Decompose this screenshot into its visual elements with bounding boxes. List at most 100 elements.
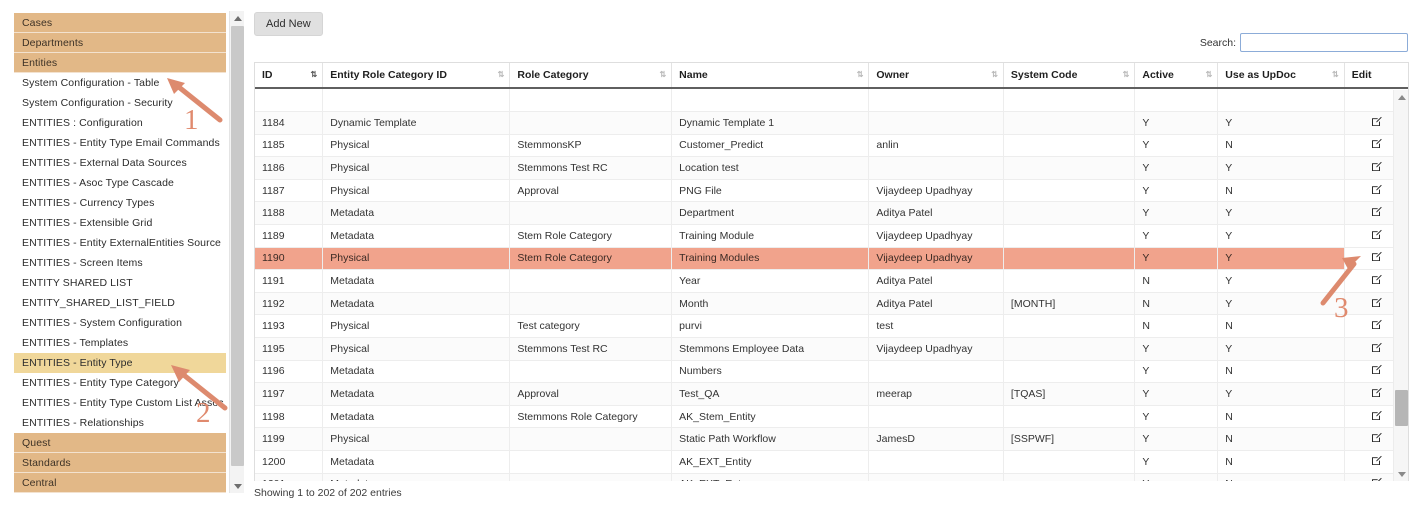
edit-pencil-square-icon[interactable] bbox=[1371, 184, 1382, 198]
edit-pencil-square-icon[interactable] bbox=[1371, 161, 1382, 175]
table-cell-id: 1190 bbox=[255, 247, 324, 271]
sidebar-item-entities-external-data-sources[interactable]: ENTITIES - External Data Sources bbox=[14, 153, 226, 173]
sidebar-item-entities-entity-type-custom-list-assoc[interactable]: ENTITIES - Entity Type Custom List Assoc bbox=[14, 393, 226, 413]
table-row[interactable]: 1192 Metadata Month Aditya Patel [MONTH] N Y bbox=[255, 292, 1408, 316]
table-row[interactable]: 1186 Physical Stemmons Test RC Location tes… bbox=[255, 156, 1408, 180]
table-row[interactable]: 1198 Metadata Stemmons Role Category AK_Ste… bbox=[255, 405, 1408, 429]
sidebar-scroll-down-icon[interactable] bbox=[230, 479, 245, 493]
table-scrollbar[interactable] bbox=[1393, 90, 1408, 481]
sidebar-item-entities-currency-types[interactable]: ENTITIES - Currency Types bbox=[14, 193, 226, 213]
edit-pencil-square-icon[interactable] bbox=[1371, 251, 1382, 265]
edit-pencil-square-icon[interactable] bbox=[1371, 342, 1382, 356]
edit-pencil-square-icon[interactable] bbox=[1371, 206, 1382, 220]
column-header-id[interactable]: ID ⇅ bbox=[255, 63, 324, 89]
table-row[interactable]: 1196 Metadata Numbers Y N bbox=[255, 360, 1408, 384]
sidebar-item-entities-relationships[interactable]: ENTITIES - Relationships bbox=[14, 413, 226, 433]
sidebar-item-quest[interactable]: Quest bbox=[14, 433, 226, 453]
table-row[interactable]: 1190 Physical Stem Role Category Training M… bbox=[255, 247, 1408, 271]
sidebar-item-entities-configuration[interactable]: ENTITIES : Configuration bbox=[14, 113, 226, 133]
table-row[interactable]: 1200 Metadata AK_EXT_Entity Y N bbox=[255, 450, 1408, 474]
sidebar-item-system-configuration-table[interactable]: System Configuration - Table bbox=[14, 73, 226, 93]
edit-pencil-square-icon[interactable] bbox=[1371, 274, 1382, 288]
sort-toggle-icon[interactable]: ⇅ bbox=[991, 71, 998, 79]
column-header-owner[interactable]: Owner ⇅ bbox=[868, 63, 1004, 89]
table-cell-owner: meerap bbox=[868, 382, 1004, 406]
table-row[interactable]: 1199 Physical Static Path Workflow JamesD [S… bbox=[255, 427, 1408, 451]
sidebar-item-entities[interactable]: Entities bbox=[14, 53, 226, 73]
sidebar-item-system-configuration-security[interactable]: System Configuration - Security bbox=[14, 93, 226, 113]
sidebar-item-entities-asoc-type-cascade[interactable]: ENTITIES - Asoc Type Cascade bbox=[14, 173, 226, 193]
search-input[interactable] bbox=[1240, 33, 1408, 52]
column-header-active[interactable]: Active ⇅ bbox=[1134, 63, 1219, 89]
table-scroll-up-icon[interactable] bbox=[1394, 90, 1409, 104]
sort-toggle-icon[interactable]: ⇅ bbox=[857, 71, 864, 79]
table-row[interactable]: 1191 Metadata Year Aditya Patel N Y bbox=[255, 269, 1408, 293]
sidebar-item-entity-shared-list[interactable]: ENTITY SHARED LIST bbox=[14, 273, 226, 293]
sidebar-scrollbar-thumb[interactable] bbox=[231, 26, 244, 466]
sort-toggle-icon[interactable]: ⇅ bbox=[498, 71, 505, 79]
table-row[interactable]: 1187 Physical Approval PNG File Vijaydeep Up… bbox=[255, 179, 1408, 203]
table-cell-active: Y bbox=[1134, 360, 1219, 384]
column-header-use-as-updoc[interactable]: Use as UpDoc ⇅ bbox=[1217, 63, 1345, 89]
table-cell-name: Static Path Workflow bbox=[671, 427, 870, 451]
edit-pencil-square-icon[interactable] bbox=[1371, 477, 1382, 481]
edit-pencil-square-icon[interactable] bbox=[1371, 297, 1382, 311]
sidebar-item-entities-entity-type-email-commands[interactable]: ENTITIES - Entity Type Email Commands bbox=[14, 133, 226, 153]
sidebar-scroll-up-icon[interactable] bbox=[230, 11, 245, 25]
add-new-button[interactable]: Add New bbox=[254, 12, 323, 36]
column-header-name[interactable]: Name ⇅ bbox=[671, 63, 870, 89]
sidebar-item-entities-extensible-grid[interactable]: ENTITIES - Extensible Grid bbox=[14, 213, 226, 233]
sidebar-item-central[interactable]: Central bbox=[14, 473, 226, 493]
table-cell-active: Y bbox=[1134, 337, 1219, 361]
table-row[interactable]: 1188 Metadata Department Aditya Patel Y Y bbox=[255, 201, 1408, 226]
sidebar-item-entities-entity-externalentities-source[interactable]: ENTITIES - Entity ExternalEntities Sourc… bbox=[14, 233, 226, 253]
table-row[interactable]: 1197 Metadata Approval Test_QA meerap [TQAS] Y… bbox=[255, 382, 1408, 406]
table-body-scroll-region[interactable]: 1184 Dynamic Template Dynamic Template 1YY… bbox=[255, 89, 1408, 481]
sidebar-item-departments[interactable]: Departments bbox=[14, 33, 226, 53]
edit-pencil-square-icon[interactable] bbox=[1371, 364, 1382, 378]
sort-toggle-icon[interactable]: ⇅ bbox=[1206, 71, 1213, 79]
sidebar-item-entities-entity-type-category[interactable]: ENTITIES - Entity Type Category bbox=[14, 373, 226, 393]
edit-pencil-square-icon[interactable] bbox=[1371, 116, 1382, 130]
table-scroll-down-icon[interactable] bbox=[1394, 467, 1409, 481]
sidebar-item-standards[interactable]: Standards bbox=[14, 453, 226, 473]
column-header-edit[interactable]: Edit bbox=[1344, 63, 1408, 89]
edit-pencil-square-icon[interactable] bbox=[1371, 138, 1382, 152]
edit-pencil-square-icon[interactable] bbox=[1371, 455, 1382, 469]
sort-toggle-icon[interactable]: ⇅ bbox=[311, 71, 318, 79]
table-row[interactable]: 1193 Physical Test category purvi test N N bbox=[255, 314, 1408, 339]
edit-pencil-square-icon[interactable] bbox=[1371, 229, 1382, 243]
table-cell-active: Y bbox=[1134, 405, 1219, 429]
table-cell-active: Y bbox=[1134, 111, 1219, 135]
table-row[interactable]: 1201Metadata AK_EXT_Ent YN bbox=[255, 473, 1408, 481]
edit-pencil-square-icon[interactable] bbox=[1371, 410, 1382, 424]
column-header-entity-role-category-id[interactable]: Entity Role Category ID ⇅ bbox=[322, 63, 511, 89]
edit-pencil-square-icon[interactable] bbox=[1371, 432, 1382, 446]
sort-toggle-icon[interactable]: ⇅ bbox=[1332, 71, 1339, 79]
sidebar-item-entities-screen-items[interactable]: ENTITIES - Screen Items bbox=[14, 253, 226, 273]
table-cell-name: PNG File bbox=[671, 179, 870, 203]
table-row[interactable]: 1184 Dynamic Template Dynamic Template 1 YY bbox=[255, 111, 1408, 135]
sidebar-item-entities-entity-type[interactable]: ENTITIES - Entity Type bbox=[14, 353, 226, 373]
column-header-role-category[interactable]: Role Category ⇅ bbox=[509, 63, 673, 89]
table-row[interactable]: 1195 Physical Stemmons Test RC Stemmons Emp… bbox=[255, 337, 1408, 361]
edit-pencil-square-icon[interactable] bbox=[1371, 319, 1382, 333]
table-cell-updoc: Y bbox=[1217, 337, 1345, 361]
sidebar-item-entities-templates[interactable]: ENTITIES - Templates bbox=[14, 333, 226, 353]
table-cell-active: N bbox=[1134, 269, 1219, 293]
sidebar-scrollbar[interactable] bbox=[229, 11, 244, 493]
table-scrollbar-thumb[interactable] bbox=[1395, 390, 1408, 426]
sort-toggle-icon[interactable]: ⇅ bbox=[659, 71, 666, 79]
column-header-system-code[interactable]: System Code ⇅ bbox=[1003, 63, 1136, 89]
sidebar-item-entities-system-configuration[interactable]: ENTITIES - System Configuration bbox=[14, 313, 226, 333]
sort-toggle-icon[interactable]: ⇅ bbox=[1123, 71, 1130, 79]
table-row[interactable]: 1185 Physical StemmonsKP Customer_Predict an… bbox=[255, 134, 1408, 158]
column-header-label: Entity Role Category ID bbox=[330, 69, 447, 81]
edit-pencil-square-icon[interactable] bbox=[1371, 387, 1382, 401]
table-cell-role-category: Test category bbox=[509, 314, 673, 339]
sidebar-item-cases[interactable]: Cases bbox=[14, 13, 226, 33]
table-cell-role-category: Stem Role Category bbox=[509, 224, 673, 248]
sidebar-item-entity-shared-list-field[interactable]: ENTITY_SHARED_LIST_FIELD bbox=[14, 293, 226, 313]
table-row[interactable]: 1189 Metadata Stem Role Category Training M… bbox=[255, 224, 1408, 248]
table-cell-role-category bbox=[509, 292, 673, 316]
